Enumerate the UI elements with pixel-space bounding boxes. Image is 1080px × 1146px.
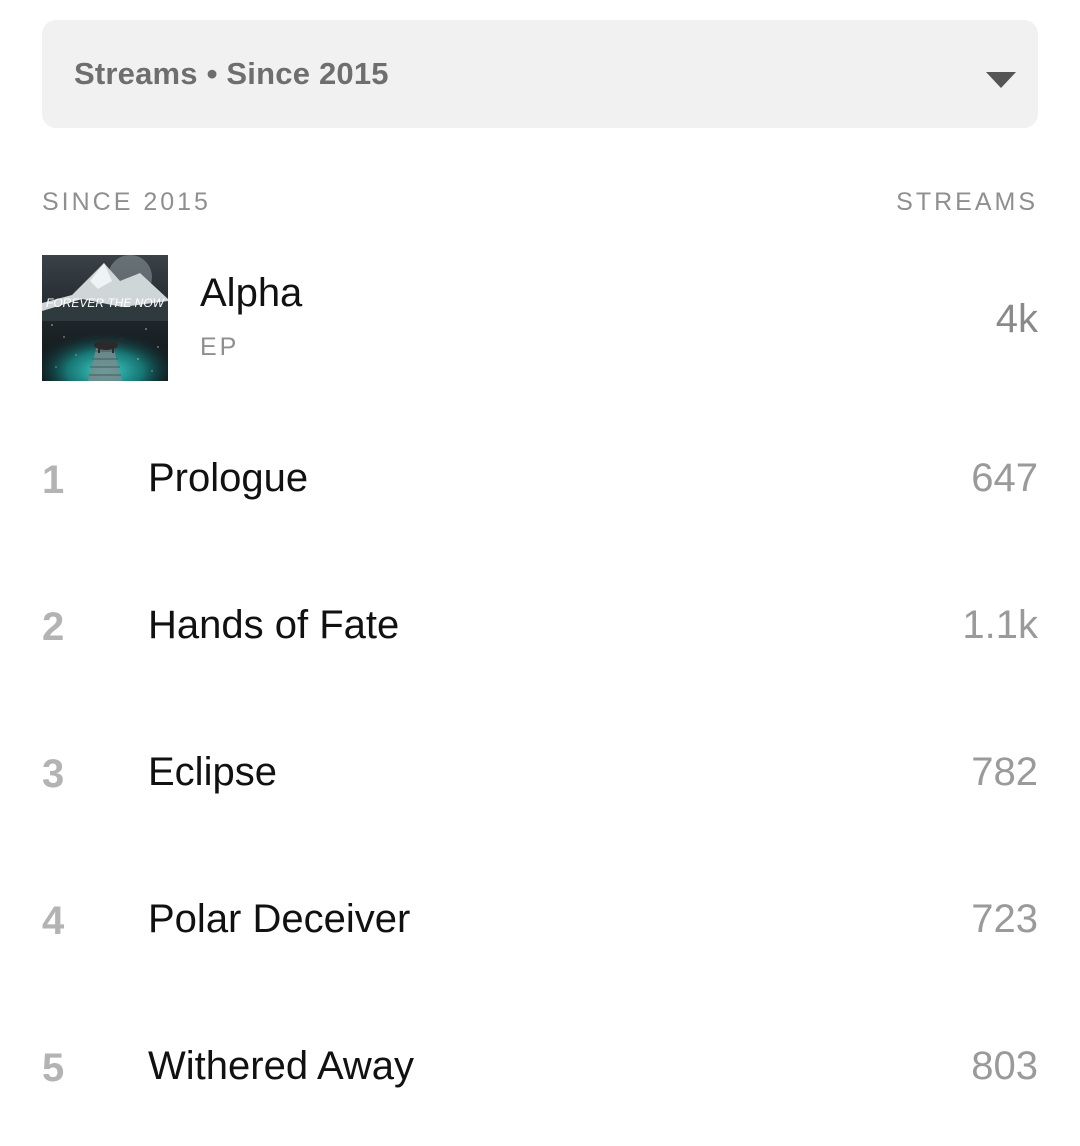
track-number: 1: [42, 458, 65, 502]
track-streams: 803: [971, 1044, 1038, 1088]
track-number: 4: [42, 899, 65, 943]
period-column-header: SINCE 2015: [42, 188, 211, 216]
track-title: Polar Deceiver: [148, 897, 411, 941]
track-row[interactable]: 2 Hands of Fate 1.1k: [42, 575, 1038, 675]
album-type: EP: [200, 333, 240, 361]
album-row[interactable]: FOREVER THE NOW Alpha EP 4k: [42, 255, 1038, 381]
track-title: Prologue: [148, 456, 309, 500]
album-cover-band-text: FOREVER THE NOW: [46, 296, 166, 310]
streams-column-header: STREAMS: [896, 188, 1038, 216]
track-row[interactable]: 4 Polar Deceiver 723: [42, 869, 1038, 969]
track-streams: 1.1k: [962, 603, 1038, 647]
track-streams: 723: [971, 897, 1038, 941]
track-row[interactable]: 1 Prologue 647: [42, 428, 1038, 528]
album-title: Alpha: [200, 271, 303, 315]
track-title: Hands of Fate: [148, 603, 400, 647]
track-title: Eclipse: [148, 750, 277, 794]
track-title: Withered Away: [148, 1044, 415, 1088]
track-streams: 782: [971, 750, 1038, 794]
album-cover: FOREVER THE NOW: [42, 255, 168, 381]
track-row[interactable]: 5 Withered Away 803: [42, 1016, 1038, 1116]
streams-period-dropdown[interactable]: Streams • Since 2015: [42, 20, 1038, 128]
chevron-down-icon[interactable]: [986, 72, 1016, 88]
track-streams: 647: [971, 456, 1038, 500]
album-streams: 4k: [995, 297, 1038, 341]
track-row[interactable]: 3 Eclipse 782: [42, 722, 1038, 822]
track-number: 2: [42, 605, 65, 649]
track-number: 3: [42, 752, 65, 796]
track-number: 5: [42, 1046, 65, 1090]
dropdown-label: Streams • Since 2015: [74, 56, 389, 91]
